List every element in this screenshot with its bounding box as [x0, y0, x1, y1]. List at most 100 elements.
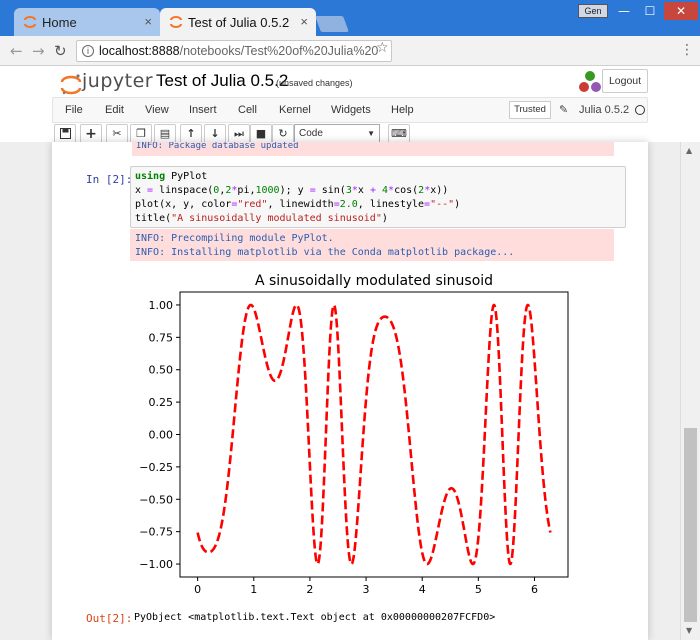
stderr-line: INFO: Precompiling module PyPlot.: [135, 233, 334, 244]
cell-type-select[interactable]: Code ▼: [294, 124, 380, 144]
scroll-up-icon[interactable]: ▲: [686, 146, 692, 155]
restart-icon: ↻: [278, 127, 288, 140]
menubar: File Edit View Insert Cell Kernel Widget…: [52, 97, 648, 123]
insert-cell-button[interactable]: +: [80, 124, 102, 144]
info-icon[interactable]: i: [82, 45, 94, 57]
y-tick-label: 1.00: [149, 299, 174, 312]
kernel-idle-icon: [635, 105, 645, 115]
cut-icon: ✂: [112, 127, 122, 140]
trusted-badge[interactable]: Trusted: [509, 101, 551, 119]
url-input[interactable]: i localhost:8888/notebooks/Test%20of%20J…: [76, 40, 392, 62]
y-tick-label: 0.50: [149, 364, 174, 377]
save-status: (unsaved changes): [276, 78, 353, 88]
stop-button[interactable]: ■: [250, 124, 272, 144]
url-path: /notebooks/Test%20of%20Julia%20: [179, 44, 379, 58]
paste-icon: ▤: [159, 127, 171, 140]
menu-widgets[interactable]: Widgets: [331, 104, 371, 116]
scroll-down-icon[interactable]: ▼: [686, 626, 692, 635]
address-bar: ← → ↻ i localhost:8888/notebooks/Test%20…: [0, 36, 700, 66]
new-tab-button[interactable]: [315, 16, 349, 32]
jupyter-favicon-icon: [24, 16, 36, 28]
x-tick-label: 6: [531, 583, 538, 594]
arrow-up-icon: ↑: [186, 127, 196, 140]
chart-title: A sinusoidally modulated sinusoid: [255, 273, 493, 289]
copy-button[interactable]: ❐: [130, 124, 152, 144]
code-line: plot(x, y, color="red", linewidth=2.0, l…: [135, 199, 461, 210]
command-palette-button[interactable]: ⌨: [388, 124, 410, 144]
chevron-down-icon: ▼: [367, 129, 375, 138]
page-scrollbar[interactable]: ▲ ▼: [680, 142, 700, 640]
code-line: using PyPlot: [135, 171, 208, 182]
menu-insert[interactable]: Insert: [189, 104, 217, 116]
code-line: title("A sinusoidally modulated sinusoid…: [135, 213, 388, 224]
input-prompt: In [2]:: [86, 173, 133, 186]
y-tick-label: −1.00: [139, 558, 173, 571]
menu-file[interactable]: File: [65, 104, 83, 116]
menu-edit[interactable]: Edit: [105, 104, 124, 116]
y-tick-label: 0.00: [149, 429, 174, 442]
save-button[interactable]: [54, 124, 76, 144]
menu-icon[interactable]: ⋮: [680, 42, 694, 58]
maximize-button[interactable]: ☐: [638, 2, 662, 20]
menu-view[interactable]: View: [145, 104, 169, 116]
y-tick-label: −0.25: [139, 461, 173, 474]
series-line: [196, 303, 552, 566]
output-text: PyObject <matplotlib.text.Text object at…: [134, 612, 496, 623]
window-user-badge: Gen: [578, 4, 608, 18]
output-prompt: Out[2]:: [86, 612, 133, 625]
restart-button[interactable]: ↻: [272, 124, 294, 144]
menu-help[interactable]: Help: [391, 104, 414, 116]
x-tick-label: 0: [194, 583, 201, 594]
code-cell-input[interactable]: using PyPlot x = linspace(0,2*pi,1000); …: [130, 166, 626, 228]
jupyter-favicon-icon: [170, 16, 182, 28]
url-host: localhost:8888: [99, 44, 180, 58]
axes-frame: [179, 291, 569, 578]
y-tick-label: −0.50: [139, 493, 173, 506]
reload-icon[interactable]: ↻: [54, 42, 67, 60]
move-up-button[interactable]: ↑: [180, 124, 202, 144]
x-tick-label: 1: [250, 583, 257, 594]
previous-output-text: INFO: Package database updated: [136, 142, 299, 151]
stderr-output: INFO: Precompiling module PyPlot. INFO: …: [130, 229, 614, 261]
move-down-button[interactable]: ↓: [204, 124, 226, 144]
tab-notebook-label: Test of Julia 0.5.2: [188, 14, 290, 30]
y-tick-label: −0.75: [139, 526, 173, 539]
tab-notebook[interactable]: Test of Julia 0.5.2 ×: [160, 8, 316, 36]
plus-icon: +: [85, 126, 97, 142]
tab-home[interactable]: Home ×: [14, 8, 160, 36]
keyboard-icon: ⌨: [391, 127, 407, 140]
paste-button[interactable]: ▤: [154, 124, 176, 144]
tab-home-label: Home: [42, 14, 77, 30]
pencil-icon[interactable]: ✎: [559, 103, 568, 116]
x-tick-label: 2: [306, 583, 313, 594]
cut-button[interactable]: ✂: [106, 124, 128, 144]
forward-icon[interactable]: →: [32, 42, 45, 60]
star-icon[interactable]: ☆: [376, 40, 389, 56]
copy-icon: ❐: [136, 127, 146, 140]
stderr-line: INFO: Installing matplotlib via the Cond…: [135, 247, 515, 258]
plot-output: A sinusoidally modulated sinusoid 0 1 2 3 4 5 6…: [139, 273, 569, 594]
run-icon: ⏭: [234, 127, 244, 140]
run-button[interactable]: ⏭: [228, 124, 250, 144]
window-close-button[interactable]: ✕: [664, 2, 698, 20]
jupyter-logo-text: jupyter: [82, 70, 154, 92]
logout-button[interactable]: Logout: [602, 69, 648, 93]
save-icon: [59, 128, 71, 139]
y-tick-label: 0.25: [149, 396, 174, 409]
back-icon[interactable]: ←: [10, 42, 23, 60]
scrollbar-thumb[interactable]: [684, 428, 697, 622]
menu-cell[interactable]: Cell: [238, 104, 257, 116]
cell-type-value: Code: [299, 128, 323, 139]
minimize-button[interactable]: —: [612, 2, 636, 20]
previous-output: INFO: Package database updated: [132, 142, 614, 156]
kernel-name: Julia 0.5.2: [579, 104, 630, 116]
menu-kernel[interactable]: Kernel: [279, 104, 311, 116]
close-icon[interactable]: ×: [300, 14, 308, 29]
close-icon[interactable]: ×: [144, 14, 152, 29]
arrow-down-icon: ↓: [210, 127, 220, 140]
notebook-title[interactable]: Test of Julia 0.5.2: [156, 71, 288, 91]
browser-titlebar: Home × Test of Julia 0.5.2 × Gen — ☐ ✕: [0, 0, 700, 36]
y-tick-label: 0.75: [149, 331, 174, 344]
jupyter-header: jupyter Test of Julia 0.5.2 (unsaved cha…: [0, 67, 700, 144]
stop-icon: ■: [255, 127, 267, 140]
